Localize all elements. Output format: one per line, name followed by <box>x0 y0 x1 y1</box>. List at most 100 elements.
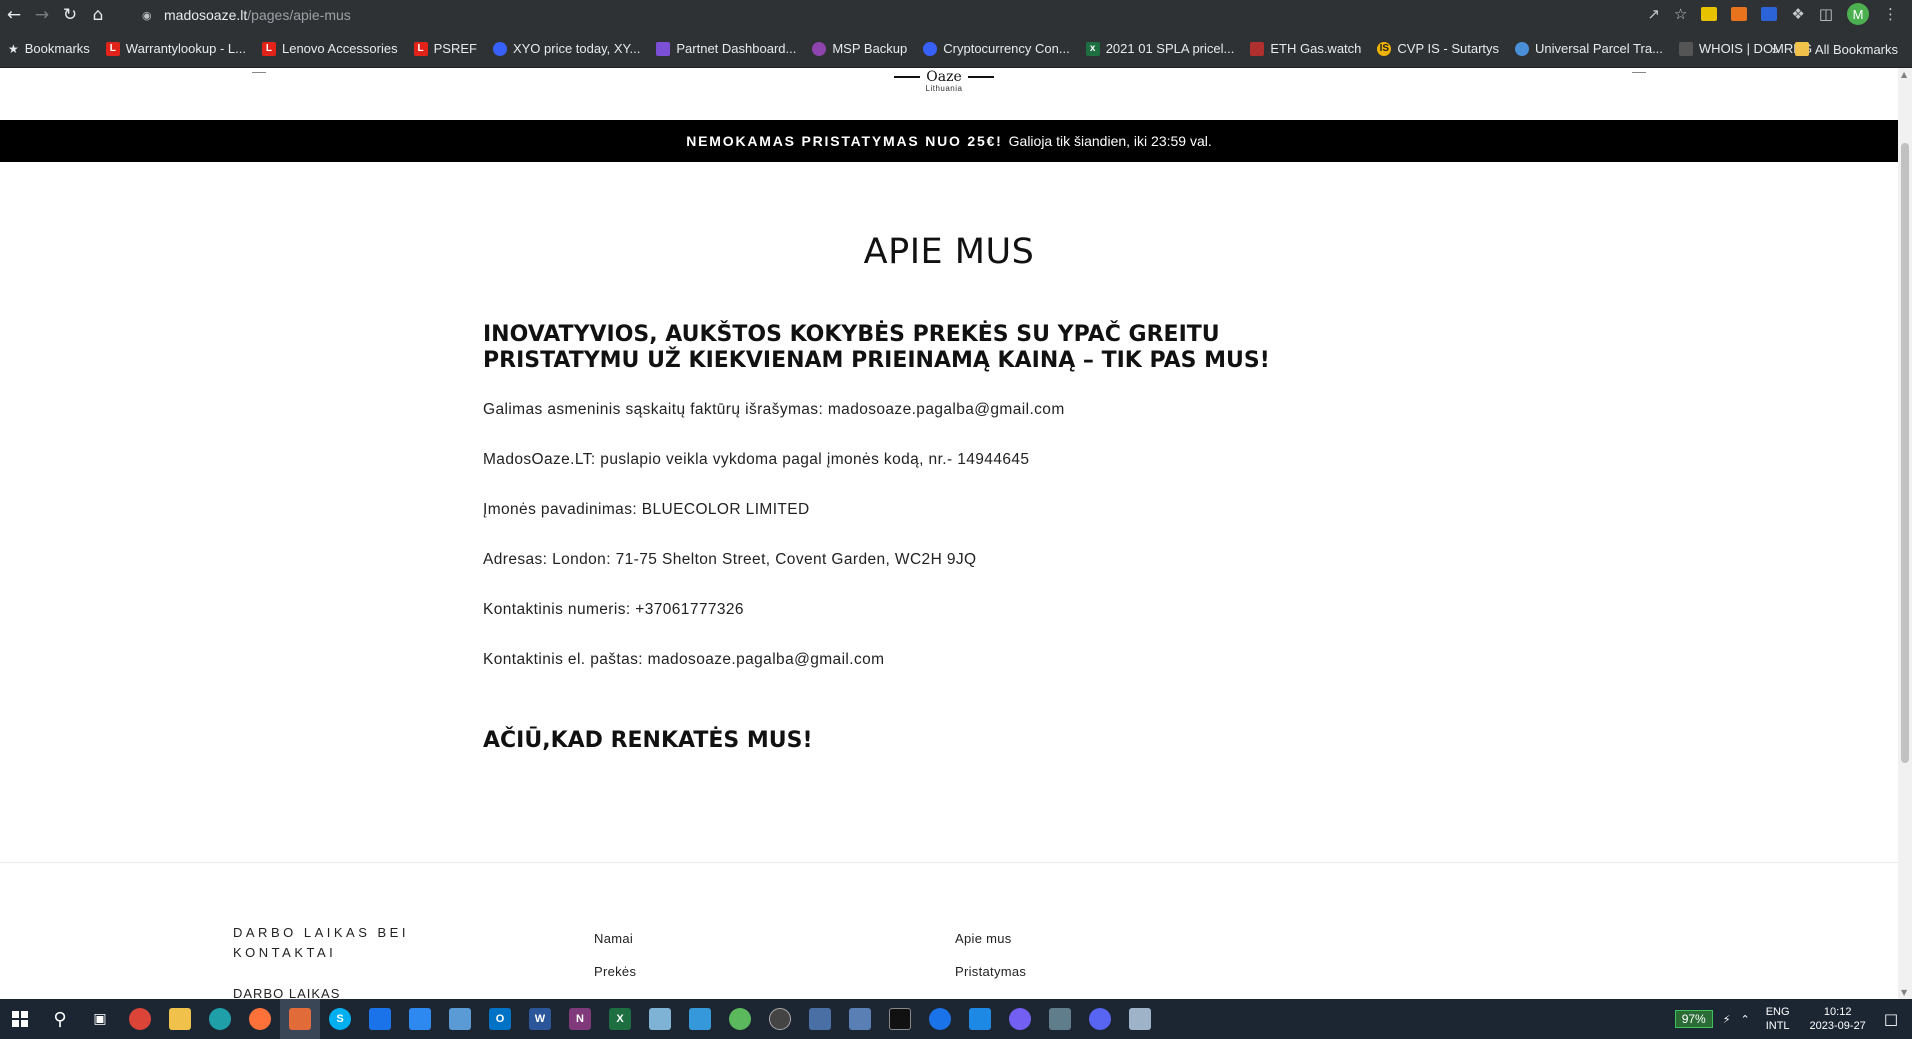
home-button[interactable]: ⌂ <box>84 1 112 29</box>
firefox-icon <box>249 1008 271 1030</box>
address-bar[interactable]: ◉ madosoaze.lt/pages/apie-mus <box>132 3 1642 27</box>
taskbar-app[interactable] <box>920 999 960 1039</box>
taskbar-app[interactable] <box>120 999 160 1039</box>
footer-link-prekes[interactable]: Prekės <box>594 964 636 979</box>
page-heading: INOVATYVIOS, AUKŠTOS KOKYBĖS PREKĖS SU Y… <box>483 322 1270 373</box>
taskbar-app[interactable] <box>1040 999 1080 1039</box>
taskbar-app[interactable] <box>1120 999 1160 1039</box>
bookmark-item[interactable]: x 2021 01 SPLA pricel... <box>1085 41 1234 56</box>
language-indicator[interactable]: ENG INTL <box>1766 1005 1790 1033</box>
msp-icon <box>812 41 827 56</box>
gas-icon <box>1250 41 1265 56</box>
footer-link-pristatymas[interactable]: Pristatymas <box>955 964 1026 979</box>
metamask-icon[interactable] <box>1731 7 1748 21</box>
footer-link-apie-mus[interactable]: Apie mus <box>955 931 1012 946</box>
cart-icon[interactable] <box>1632 68 1646 73</box>
taskbar-app[interactable] <box>800 999 840 1039</box>
bookmark-item[interactable]: MSP Backup <box>812 41 907 56</box>
bookmarks-overflow-button[interactable]: » <box>1772 42 1779 57</box>
taskbar-app[interactable] <box>960 999 1000 1039</box>
footer-heading: DARBO LAIKAS BEI KONTAKTAI <box>233 925 409 960</box>
shield-extension-icon[interactable] <box>1761 7 1778 21</box>
clock[interactable]: 10:12 2023-09-27 <box>1810 1005 1866 1033</box>
start-button[interactable] <box>0 999 40 1039</box>
bookmark-item[interactable]: XYO price today, XY... <box>492 41 640 56</box>
extension-icon[interactable] <box>1701 7 1718 21</box>
battery-indicator[interactable]: 97% <box>1674 1010 1713 1028</box>
taskbar-app[interactable] <box>1080 999 1120 1039</box>
promo-banner: NEMOKAMAS PRISTATYMAS NUO 25€! Galioja t… <box>0 120 1898 162</box>
bookmark-item[interactable]: ETH Gas.watch <box>1250 41 1361 56</box>
scroll-down-arrow[interactable]: ▼ <box>1901 988 1907 997</box>
site-info-icon[interactable]: ◉ <box>142 9 158 22</box>
task-view-button[interactable]: ▣ <box>80 999 120 1039</box>
taskbar-app[interactable] <box>200 999 240 1039</box>
closing-heading: AČIŪ,KAD RENKATĖS MUS! <box>483 728 813 753</box>
bookmark-item[interactable]: Universal Parcel Tra... <box>1515 41 1663 56</box>
back-button[interactable]: ← <box>0 1 28 29</box>
bookmark-item[interactable]: L PSREF <box>413 41 477 56</box>
taskbar-app[interactable]: X <box>600 999 640 1039</box>
app-icon <box>689 1008 711 1030</box>
taskbar-app[interactable] <box>720 999 760 1039</box>
app-icon <box>929 1008 951 1030</box>
taskbar-app[interactable] <box>880 999 920 1039</box>
shield-icon <box>369 1008 391 1030</box>
bookmark-item[interactable]: L Lenovo Accessories <box>261 41 398 56</box>
taskbar-app[interactable] <box>400 999 440 1039</box>
taskbar-app[interactable] <box>440 999 480 1039</box>
paragraph-invoice: Galimas asmeninis sąskaitų faktūrų išraš… <box>483 401 1065 418</box>
taskbar-app-active[interactable] <box>280 999 320 1039</box>
toolbar-actions: ↗ ☆ ❖ ◫ M ⋮ <box>1647 3 1898 25</box>
menu-icon[interactable]: ⋮ <box>1883 5 1898 23</box>
taskbar-app[interactable] <box>640 999 680 1039</box>
taskbar-app[interactable]: S <box>320 999 360 1039</box>
extensions-puzzle-icon[interactable]: ❖ <box>1791 5 1804 23</box>
chevron-up-icon[interactable]: ⌃ <box>1740 1013 1749 1026</box>
taskbar-app[interactable]: O <box>480 999 520 1039</box>
notifications-icon[interactable]: □ <box>1884 1010 1898 1028</box>
footer-link-namai[interactable]: Namai <box>594 931 633 946</box>
taskbar-app[interactable] <box>1000 999 1040 1039</box>
search-button[interactable]: ⚲ <box>40 999 80 1039</box>
scroll-up-arrow[interactable]: ▲ <box>1901 70 1907 79</box>
edge-icon <box>209 1008 231 1030</box>
search-icon[interactable] <box>252 68 266 73</box>
reload-button[interactable]: ↻ <box>56 1 84 29</box>
browser-toolbar: ← → ↻ ⌂ ◉ madosoaze.lt/pages/apie-mus ↗ … <box>0 0 1912 30</box>
app-icon <box>289 1008 311 1030</box>
forward-button[interactable]: → <box>28 1 56 29</box>
taskbar-app[interactable] <box>840 999 880 1039</box>
file-explorer-icon <box>169 1008 191 1030</box>
bookmark-item[interactable]: IS CVP IS - Sutartys <box>1377 41 1499 56</box>
taskbar-app[interactable] <box>360 999 400 1039</box>
app-icon <box>809 1008 831 1030</box>
taskbar-app[interactable]: N <box>560 999 600 1039</box>
scrollbar-thumb[interactable] <box>1901 143 1909 763</box>
bookmark-item[interactable]: Partnet Dashboard... <box>656 41 796 56</box>
taskbar-app[interactable]: W <box>520 999 560 1039</box>
share-icon[interactable]: ↗ <box>1647 5 1660 23</box>
onenote-icon: N <box>569 1008 591 1030</box>
footer-subheading: DARBO LAIKAS <box>233 986 341 999</box>
task-view-icon: ▣ <box>93 1011 107 1027</box>
bookmark-item[interactable]: ★ Bookmarks <box>8 41 90 56</box>
globe-icon <box>1515 41 1530 56</box>
all-bookmarks-button[interactable]: All Bookmarks <box>1794 42 1898 57</box>
coinmarketcap-icon <box>923 41 938 56</box>
skype-icon: S <box>329 1008 351 1030</box>
bookmark-item[interactable]: L Warrantylookup - L... <box>105 41 246 56</box>
power-icon[interactable]: ⚡ <box>1723 1013 1731 1026</box>
taskbar-app[interactable] <box>760 999 800 1039</box>
profile-avatar[interactable]: M <box>1847 3 1869 25</box>
taskbar-app[interactable] <box>680 999 720 1039</box>
taskbar-app[interactable] <box>160 999 200 1039</box>
taskbar-app[interactable] <box>240 999 280 1039</box>
side-panel-icon[interactable]: ◫ <box>1819 5 1833 23</box>
site-logo[interactable]: Oaze Lithuania <box>888 68 1000 93</box>
bookmark-item[interactable]: Cryptocurrency Con... <box>923 41 1070 56</box>
bookmark-star-icon[interactable]: ☆ <box>1674 5 1687 23</box>
paragraph-company-code: MadosOaze.LT: puslapio veikla vykdoma pa… <box>483 451 1030 468</box>
page-scrollbar[interactable]: ▲ ▼ <box>1898 68 1912 999</box>
excel-icon: x <box>1085 41 1100 56</box>
